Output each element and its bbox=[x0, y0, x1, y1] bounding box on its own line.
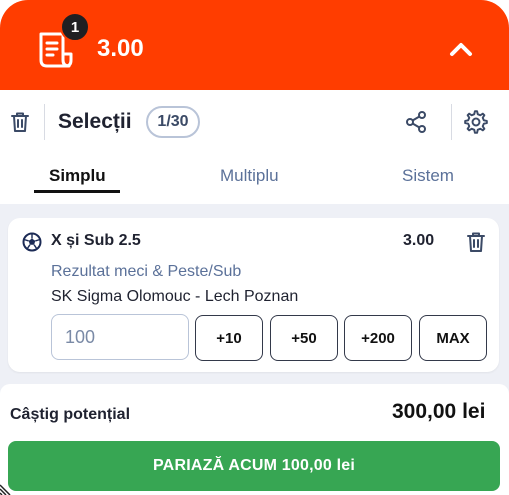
tab-sistem[interactable]: Sistem bbox=[402, 166, 454, 186]
selection-name: X și Sub 2.5 bbox=[51, 232, 141, 249]
stake-input[interactable]: 100 bbox=[51, 314, 189, 360]
bet-type-tabs: Simplu Multiplu Sistem bbox=[0, 154, 509, 204]
total-odds: 3.00 bbox=[97, 35, 144, 62]
betslip-toolbar: Selecții 1/30 bbox=[0, 90, 509, 154]
quick-stake-50-button[interactable]: +50 bbox=[270, 315, 338, 361]
place-bet-button[interactable]: PARIAZĂ ACUM 100,00 lei bbox=[8, 441, 500, 491]
event-name: SK Sigma Olomouc - Lech Poznan bbox=[51, 288, 299, 305]
chevron-up-icon[interactable] bbox=[444, 34, 478, 64]
divider bbox=[44, 104, 45, 140]
active-tab-indicator bbox=[34, 190, 120, 193]
tab-simplu[interactable]: Simplu bbox=[49, 166, 106, 186]
trash-icon[interactable] bbox=[464, 230, 488, 254]
tab-multiplu[interactable]: Multiplu bbox=[220, 166, 279, 186]
betslip-header[interactable]: 1 3.00 bbox=[0, 0, 509, 90]
resize-grip-icon[interactable] bbox=[0, 480, 16, 495]
divider bbox=[451, 104, 452, 140]
selection-odds: 3.00 bbox=[403, 232, 435, 249]
max-stake-button[interactable]: MAX bbox=[419, 315, 487, 361]
quick-stake-200-button[interactable]: +200 bbox=[344, 315, 412, 361]
potential-win-value: 300,00 lei bbox=[392, 400, 486, 423]
quick-stake-10-button[interactable]: +10 bbox=[195, 315, 263, 361]
selection-count-pill: 1/30 bbox=[146, 106, 200, 138]
selection-card: X și Sub 2.5 3.00 Rezultat meci & Peste/… bbox=[8, 218, 499, 372]
market-name: Rezultat meci & Peste/Sub bbox=[51, 263, 242, 280]
football-icon bbox=[22, 232, 42, 252]
betslip-footer: Câștig potențial 300,00 lei PARIAZĂ ACUM… bbox=[0, 384, 509, 495]
share-icon[interactable] bbox=[404, 110, 428, 134]
page-title: Selecții bbox=[58, 110, 132, 133]
trash-icon[interactable] bbox=[8, 110, 32, 134]
gear-icon[interactable] bbox=[463, 109, 489, 135]
selection-count-badge: 1 bbox=[60, 12, 90, 42]
potential-win-label: Câștig potențial bbox=[10, 406, 131, 423]
